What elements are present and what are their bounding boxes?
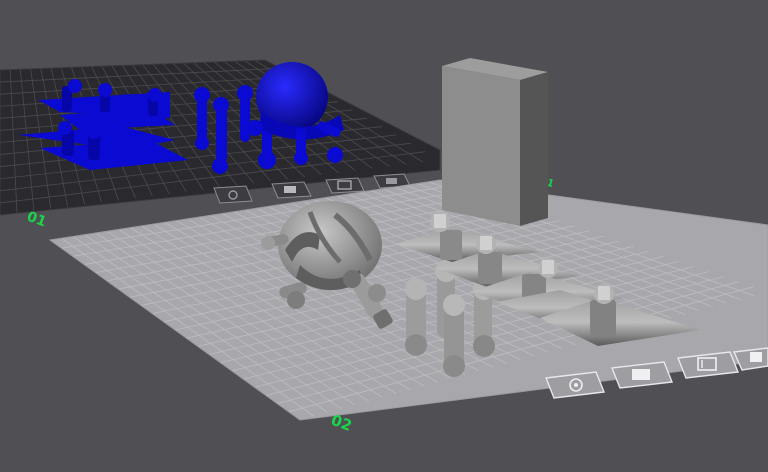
import-icon[interactable] bbox=[213, 185, 253, 204]
arrange-icon[interactable] bbox=[271, 181, 312, 199]
settings-icon[interactable] bbox=[325, 177, 365, 194]
wipe-tower[interactable] bbox=[442, 58, 548, 226]
lock-icon[interactable] bbox=[732, 347, 768, 371]
build-plate-2[interactable]: 02 1 bbox=[48, 177, 768, 435]
plate-label-2: 02 bbox=[329, 411, 355, 435]
3d-viewport[interactable]: 01 02 1 bbox=[0, 0, 768, 472]
plate-label-1: 01 bbox=[25, 209, 49, 231]
